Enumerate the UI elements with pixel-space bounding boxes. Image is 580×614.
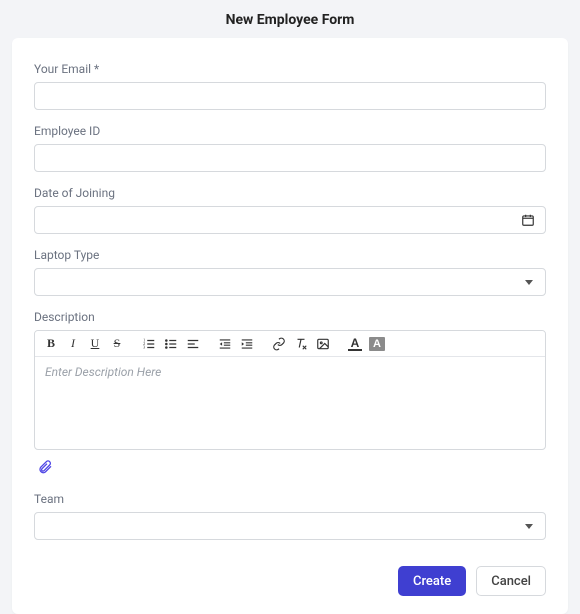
field-email: Your Email *	[34, 62, 546, 110]
outdent-button[interactable]	[215, 334, 235, 354]
label-email: Your Email *	[34, 62, 546, 76]
link-button[interactable]	[269, 334, 289, 354]
attachment-row	[34, 456, 546, 478]
field-team: Team	[34, 492, 546, 540]
field-date-of-joining: Date of Joining	[34, 186, 546, 234]
italic-button[interactable]: I	[63, 334, 83, 354]
label-team: Team	[34, 492, 546, 506]
unordered-list-button[interactable]	[161, 334, 181, 354]
form-card: Your Email * Employee ID Date of Joining…	[12, 38, 568, 614]
highlight-color-button[interactable]: A	[367, 334, 387, 354]
indent-button[interactable]	[237, 334, 257, 354]
align-button[interactable]	[183, 334, 203, 354]
calendar-icon[interactable]	[521, 213, 535, 227]
create-button[interactable]: Create	[398, 566, 466, 596]
toolbar-separator	[259, 343, 267, 344]
image-button[interactable]	[313, 334, 333, 354]
toolbar-separator	[129, 343, 137, 344]
input-email[interactable]	[34, 82, 546, 110]
font-color-button[interactable]: A	[345, 334, 365, 354]
page-title: New Employee Form	[0, 0, 580, 38]
label-laptop-type: Laptop Type	[34, 248, 546, 262]
label-date-of-joining: Date of Joining	[34, 186, 546, 200]
svg-text:3: 3	[143, 344, 145, 349]
bold-button[interactable]: B	[41, 334, 61, 354]
cancel-button[interactable]: Cancel	[476, 566, 546, 596]
strikethrough-button[interactable]: S	[107, 334, 127, 354]
editor-textarea[interactable]: Enter Description Here	[35, 357, 545, 449]
toolbar-separator	[335, 343, 343, 344]
select-team[interactable]	[34, 512, 546, 540]
label-employee-id: Employee ID	[34, 124, 546, 138]
input-employee-id[interactable]	[34, 144, 546, 172]
attachment-icon[interactable]	[34, 456, 56, 478]
field-laptop-type: Laptop Type	[34, 248, 546, 296]
form-footer: Create Cancel	[34, 566, 546, 596]
underline-button[interactable]: U	[85, 334, 105, 354]
input-date-of-joining[interactable]	[34, 206, 546, 234]
field-employee-id: Employee ID	[34, 124, 546, 172]
editor-toolbar: B I U S 123	[35, 331, 545, 357]
field-description: Description B I U S 123	[34, 310, 546, 478]
select-laptop-type[interactable]	[34, 268, 546, 296]
ordered-list-button[interactable]: 123	[139, 334, 159, 354]
clear-format-button[interactable]	[291, 334, 311, 354]
chevron-down-icon	[525, 524, 533, 529]
rich-text-editor: B I U S 123	[34, 330, 546, 450]
chevron-down-icon	[525, 280, 533, 285]
label-description: Description	[34, 310, 546, 324]
toolbar-separator	[205, 343, 213, 344]
